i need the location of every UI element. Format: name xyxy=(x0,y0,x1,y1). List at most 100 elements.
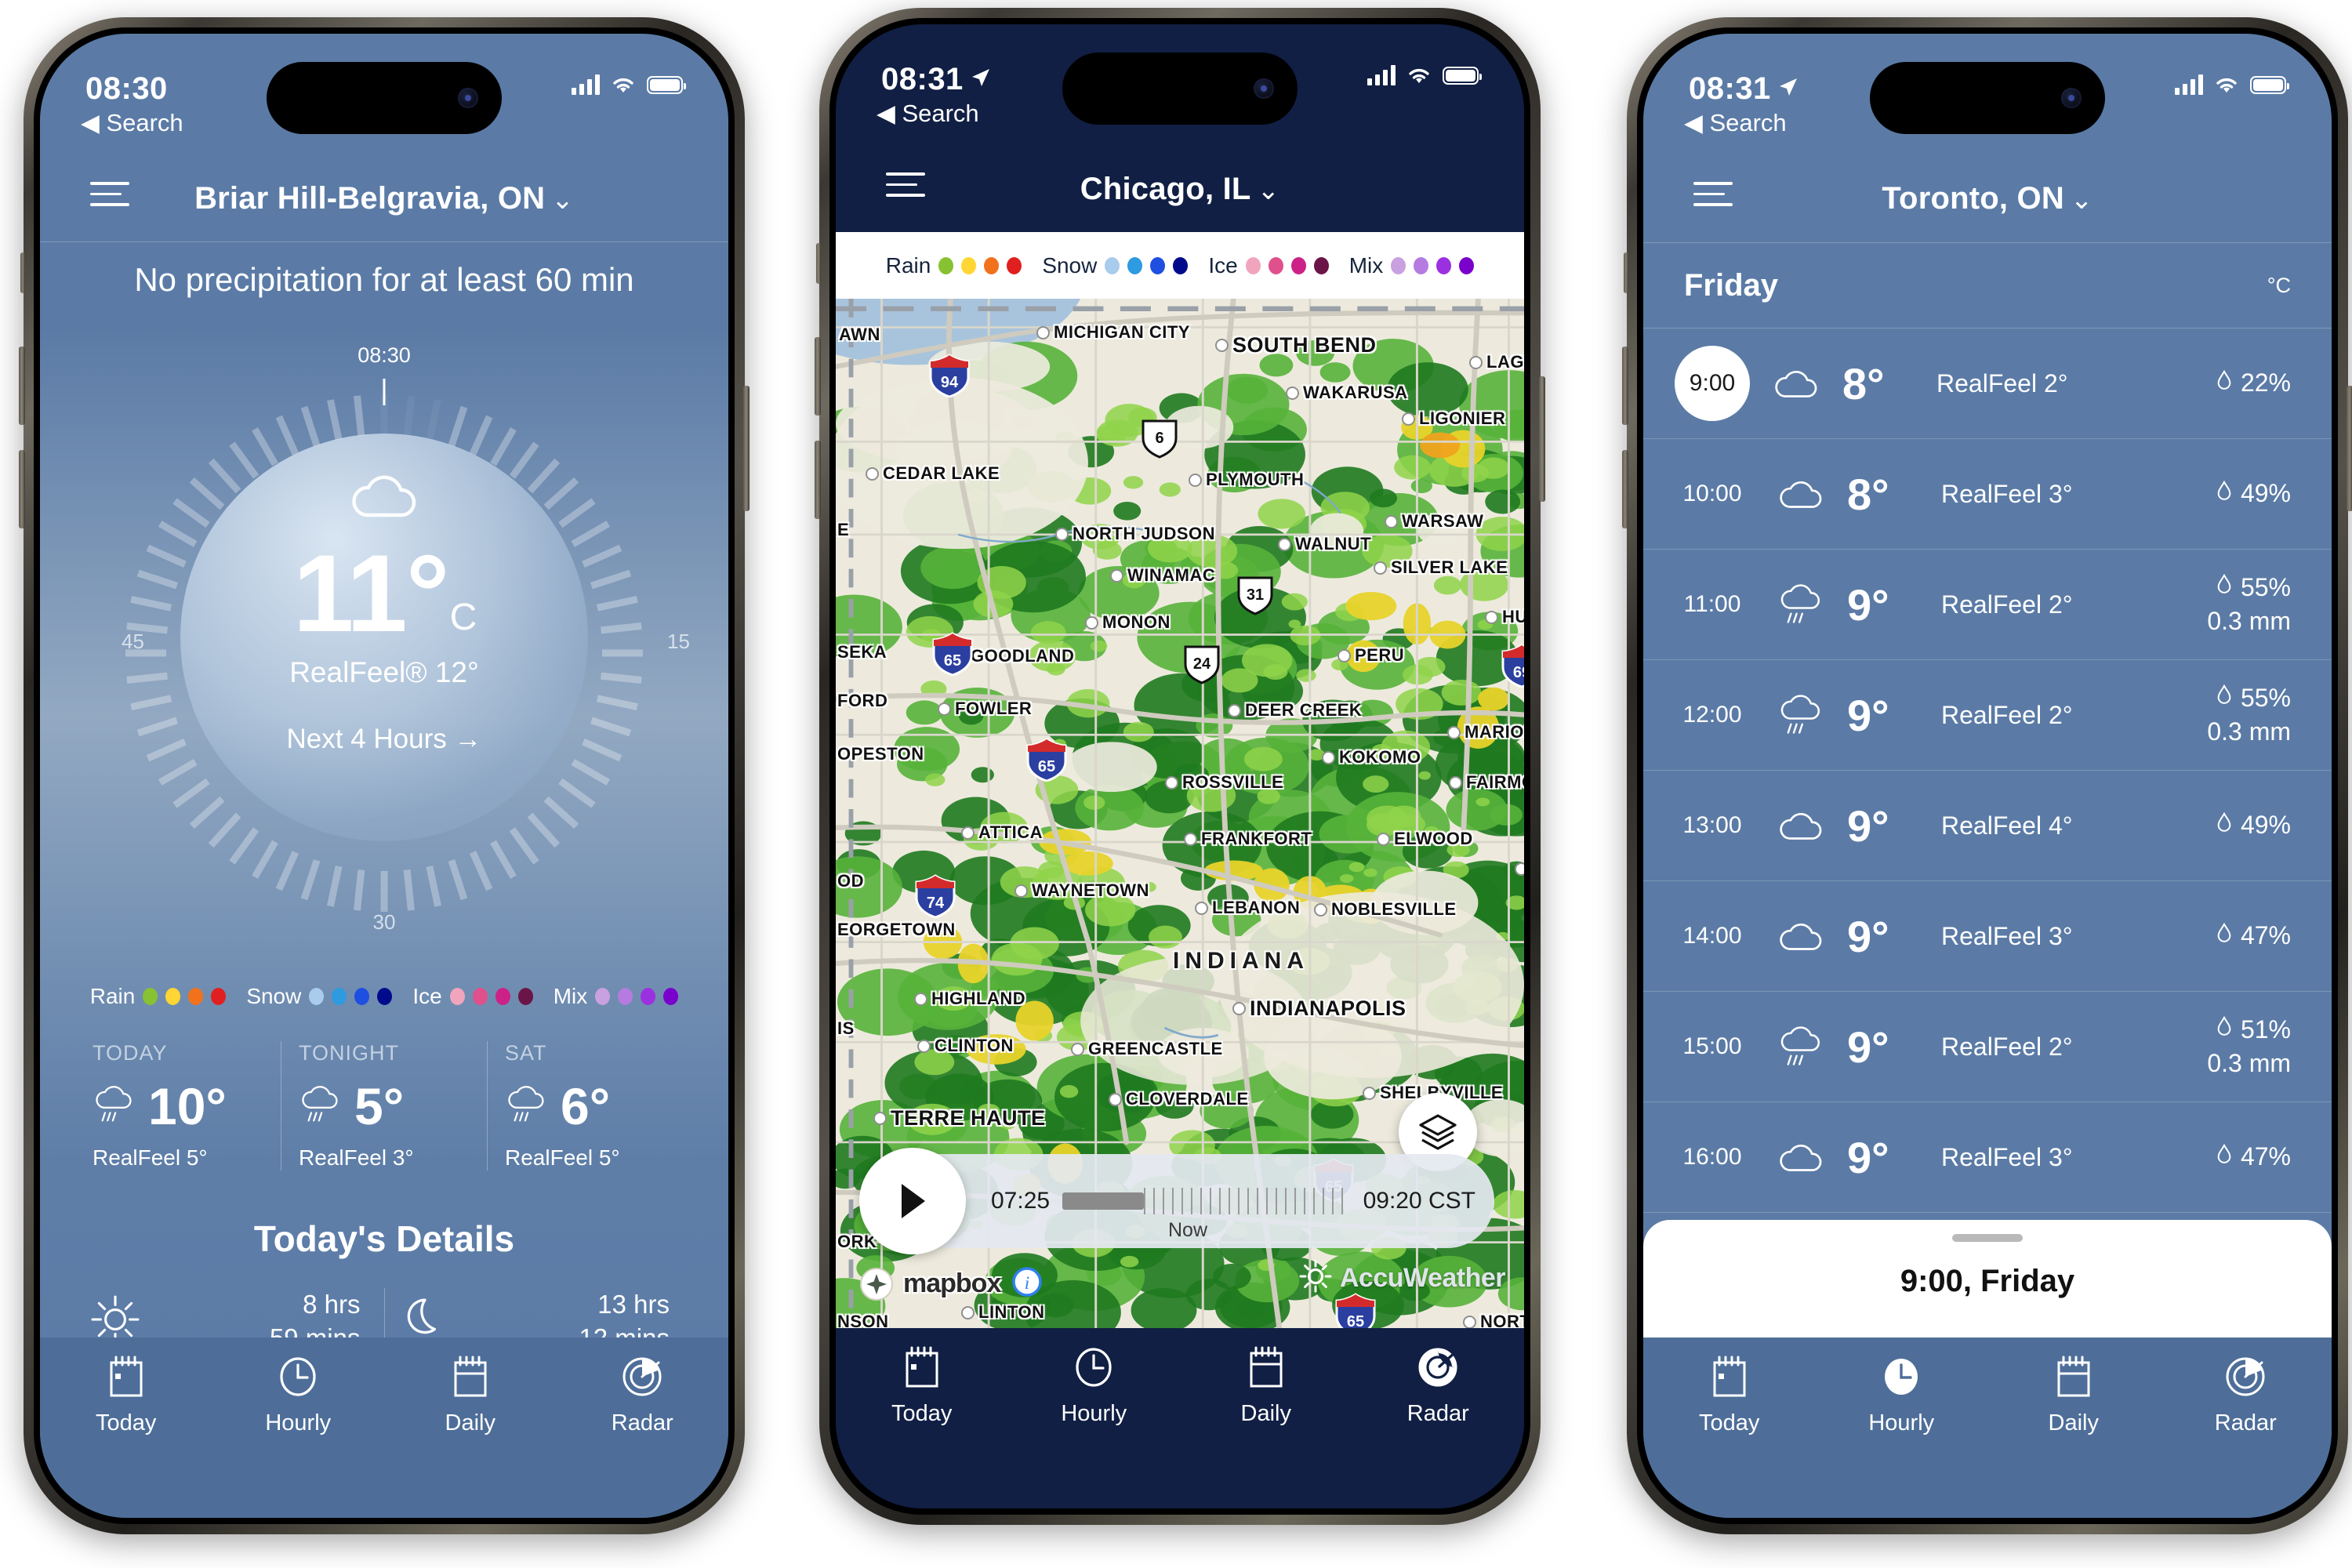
back-to-search-link[interactable]: ◀ Search xyxy=(877,100,979,128)
tab-radar[interactable]: Radar xyxy=(557,1355,729,1436)
hourly-list[interactable]: 9:00 8° RealFeel 2° 22% 10:00 8° RealFee… xyxy=(1643,328,2332,1338)
cellular-signal-icon xyxy=(572,74,600,95)
info-icon[interactable]: i xyxy=(1010,1265,1044,1303)
calendar-day-icon xyxy=(105,1355,147,1403)
legend-group-mix: Mix xyxy=(1349,253,1475,278)
timeline-scrubber[interactable] xyxy=(1062,1188,1351,1214)
volume-down-button[interactable] xyxy=(1622,450,1628,528)
us-route-shield-icon: 6 xyxy=(1140,416,1179,463)
forecast-card[interactable]: SAT 6° RealFeel 5° xyxy=(487,1041,693,1171)
mute-switch[interactable] xyxy=(1624,252,1628,293)
hourly-row[interactable]: 11:00 9° RealFeel 2° 55% 0.3 mm xyxy=(1643,550,2332,660)
legend-swatch-snow-4 xyxy=(377,988,393,1005)
clock-icon xyxy=(1072,1345,1116,1393)
calendar-day-icon xyxy=(901,1345,943,1393)
map-city: WINAMAC xyxy=(1110,565,1215,586)
hourly-row[interactable]: 10:00 8° RealFeel 3° 49% xyxy=(1643,439,2332,550)
cellular-signal-icon xyxy=(1367,65,1396,85)
map-city: IS xyxy=(837,1018,855,1039)
tab-hourly[interactable]: Hourly xyxy=(1816,1355,1988,1436)
volume-up-button[interactable] xyxy=(19,347,25,425)
next-4-hours-link[interactable]: Next 4 Hours → xyxy=(287,724,482,755)
mute-switch[interactable] xyxy=(816,243,821,284)
hourly-row[interactable]: 16:00 9° RealFeel 3° 47% xyxy=(1643,1102,2332,1213)
svg-text:69: 69 xyxy=(1513,664,1524,681)
svg-text:65: 65 xyxy=(944,652,961,670)
power-button[interactable] xyxy=(2347,386,2352,511)
hourly-row[interactable]: 9:00 8° RealFeel 2° 22% xyxy=(1643,328,2332,439)
location-selector[interactable]: Briar Hill-Belgravia, ON ⌄ xyxy=(40,181,728,216)
legend-group-snow: Snow xyxy=(246,984,393,1009)
city-name: FOWLER xyxy=(955,699,1033,718)
status-time: 08:30 xyxy=(85,71,168,106)
sheet-grabber[interactable] xyxy=(1952,1234,2023,1242)
city-name: EORGETOWN xyxy=(837,920,956,939)
forecast-temperature: 5° xyxy=(354,1077,405,1135)
city-name: SILVER LAKE xyxy=(1391,557,1508,577)
tab-today[interactable]: Today xyxy=(1643,1355,1816,1436)
hourly-row[interactable]: 14:00 9° RealFeel 3° 47% xyxy=(1643,881,2332,992)
menu-icon[interactable] xyxy=(90,182,129,214)
menu-icon[interactable] xyxy=(1693,182,1733,214)
radar-timeline[interactable]: 07:25 09:20 CST Now xyxy=(859,1148,1494,1254)
radar-map[interactable]: AWN MICHIGAN CITY SOUTH BEND LAGRA WAKAR… xyxy=(836,299,1524,1328)
mute-switch[interactable] xyxy=(20,252,25,293)
tab-today[interactable]: Today xyxy=(40,1355,212,1436)
rain-cloud-icon xyxy=(505,1084,548,1129)
screenshot-stage: 08:30 ◀ Search Briar Hill-Belgravia, ON ⌄ xyxy=(0,0,2352,1568)
volume-up-button[interactable] xyxy=(1622,347,1628,425)
city-name: MICHIGAN CITY xyxy=(1054,322,1190,342)
tab-daily[interactable]: Daily xyxy=(1180,1345,1352,1427)
forecast-card[interactable]: TODAY 10° RealFeel 5° xyxy=(75,1041,281,1171)
status-time: 08:31 xyxy=(1689,71,1771,106)
hourly-row[interactable]: 13:00 9° RealFeel 4° 49% xyxy=(1643,771,2332,881)
hour-precip-amount: 0.3 mm xyxy=(2207,607,2291,635)
back-to-search-link[interactable]: ◀ Search xyxy=(1684,109,1787,137)
power-button[interactable] xyxy=(743,386,750,511)
legend-swatch-mix-3 xyxy=(1436,256,1452,274)
back-to-search-link[interactable]: ◀ Search xyxy=(81,109,183,137)
location-selector[interactable]: Chicago, IL ⌄ xyxy=(836,172,1524,207)
city-name: MARION xyxy=(1465,722,1524,742)
volume-down-button[interactable] xyxy=(19,450,25,528)
chevron-down-icon: ⌄ xyxy=(551,184,574,215)
tab-radar[interactable]: Radar xyxy=(1352,1345,1525,1427)
forecast-temperature: 6° xyxy=(561,1077,611,1135)
dial-current-time: 08:30 xyxy=(358,343,411,367)
location-label: Chicago, IL xyxy=(1080,171,1251,206)
current-conditions-orb[interactable]: 11 ° C RealFeel® 12° Next 4 Hours → xyxy=(180,434,588,841)
city-name: LIGONIER xyxy=(1419,408,1506,428)
volume-up-button[interactable] xyxy=(815,337,821,416)
nav-bar: Toronto, ON ⌄ xyxy=(1643,155,2332,241)
mapbox-attribution[interactable]: mapbox i xyxy=(859,1265,1044,1303)
city-name: OPESTON xyxy=(837,744,924,764)
tab-daily[interactable]: Daily xyxy=(384,1355,557,1436)
volume-down-button[interactable] xyxy=(815,441,821,519)
hourly-row[interactable]: 15:00 9° RealFeel 2° 51% 0.3 mm xyxy=(1643,992,2332,1102)
tab-hourly[interactable]: Hourly xyxy=(1008,1345,1181,1427)
svg-text:65: 65 xyxy=(1038,758,1055,775)
map-city: MONON xyxy=(1085,612,1171,633)
city-name: NORTH JUDSON xyxy=(1073,524,1216,543)
droplet-icon xyxy=(2216,366,2233,400)
hour-time: 13:00 xyxy=(1682,812,1742,838)
tab-today[interactable]: Today xyxy=(836,1345,1008,1427)
power-button[interactable] xyxy=(1539,376,1545,502)
rain-cloud-icon xyxy=(299,1084,342,1129)
rain-cloud-icon xyxy=(93,1084,136,1129)
hour-temperature: 9° xyxy=(1847,1132,1889,1182)
hour-temperature: 8° xyxy=(1847,469,1889,519)
forecast-card[interactable]: TONIGHT 5° RealFeel 3° xyxy=(281,1041,487,1171)
hourly-row[interactable]: 12:00 9° RealFeel 2° 55% 0.3 mm xyxy=(1643,660,2332,771)
location-selector[interactable]: Toronto, ON ⌄ xyxy=(1643,181,2332,216)
hourly-detail-sheet[interactable]: 9:00, Friday xyxy=(1643,1220,2332,1338)
tab-daily[interactable]: Daily xyxy=(1987,1355,2160,1436)
city-name: INDIANAPOLIS xyxy=(1250,996,1406,1020)
tab-hourly[interactable]: Hourly xyxy=(212,1355,385,1436)
tab-radar[interactable]: Radar xyxy=(2160,1355,2332,1436)
city-marker-icon xyxy=(1055,527,1069,541)
wifi-icon xyxy=(611,75,636,94)
menu-icon[interactable] xyxy=(886,172,925,205)
clock-icon xyxy=(1879,1355,1923,1403)
status-time: 08:31 xyxy=(881,62,964,96)
